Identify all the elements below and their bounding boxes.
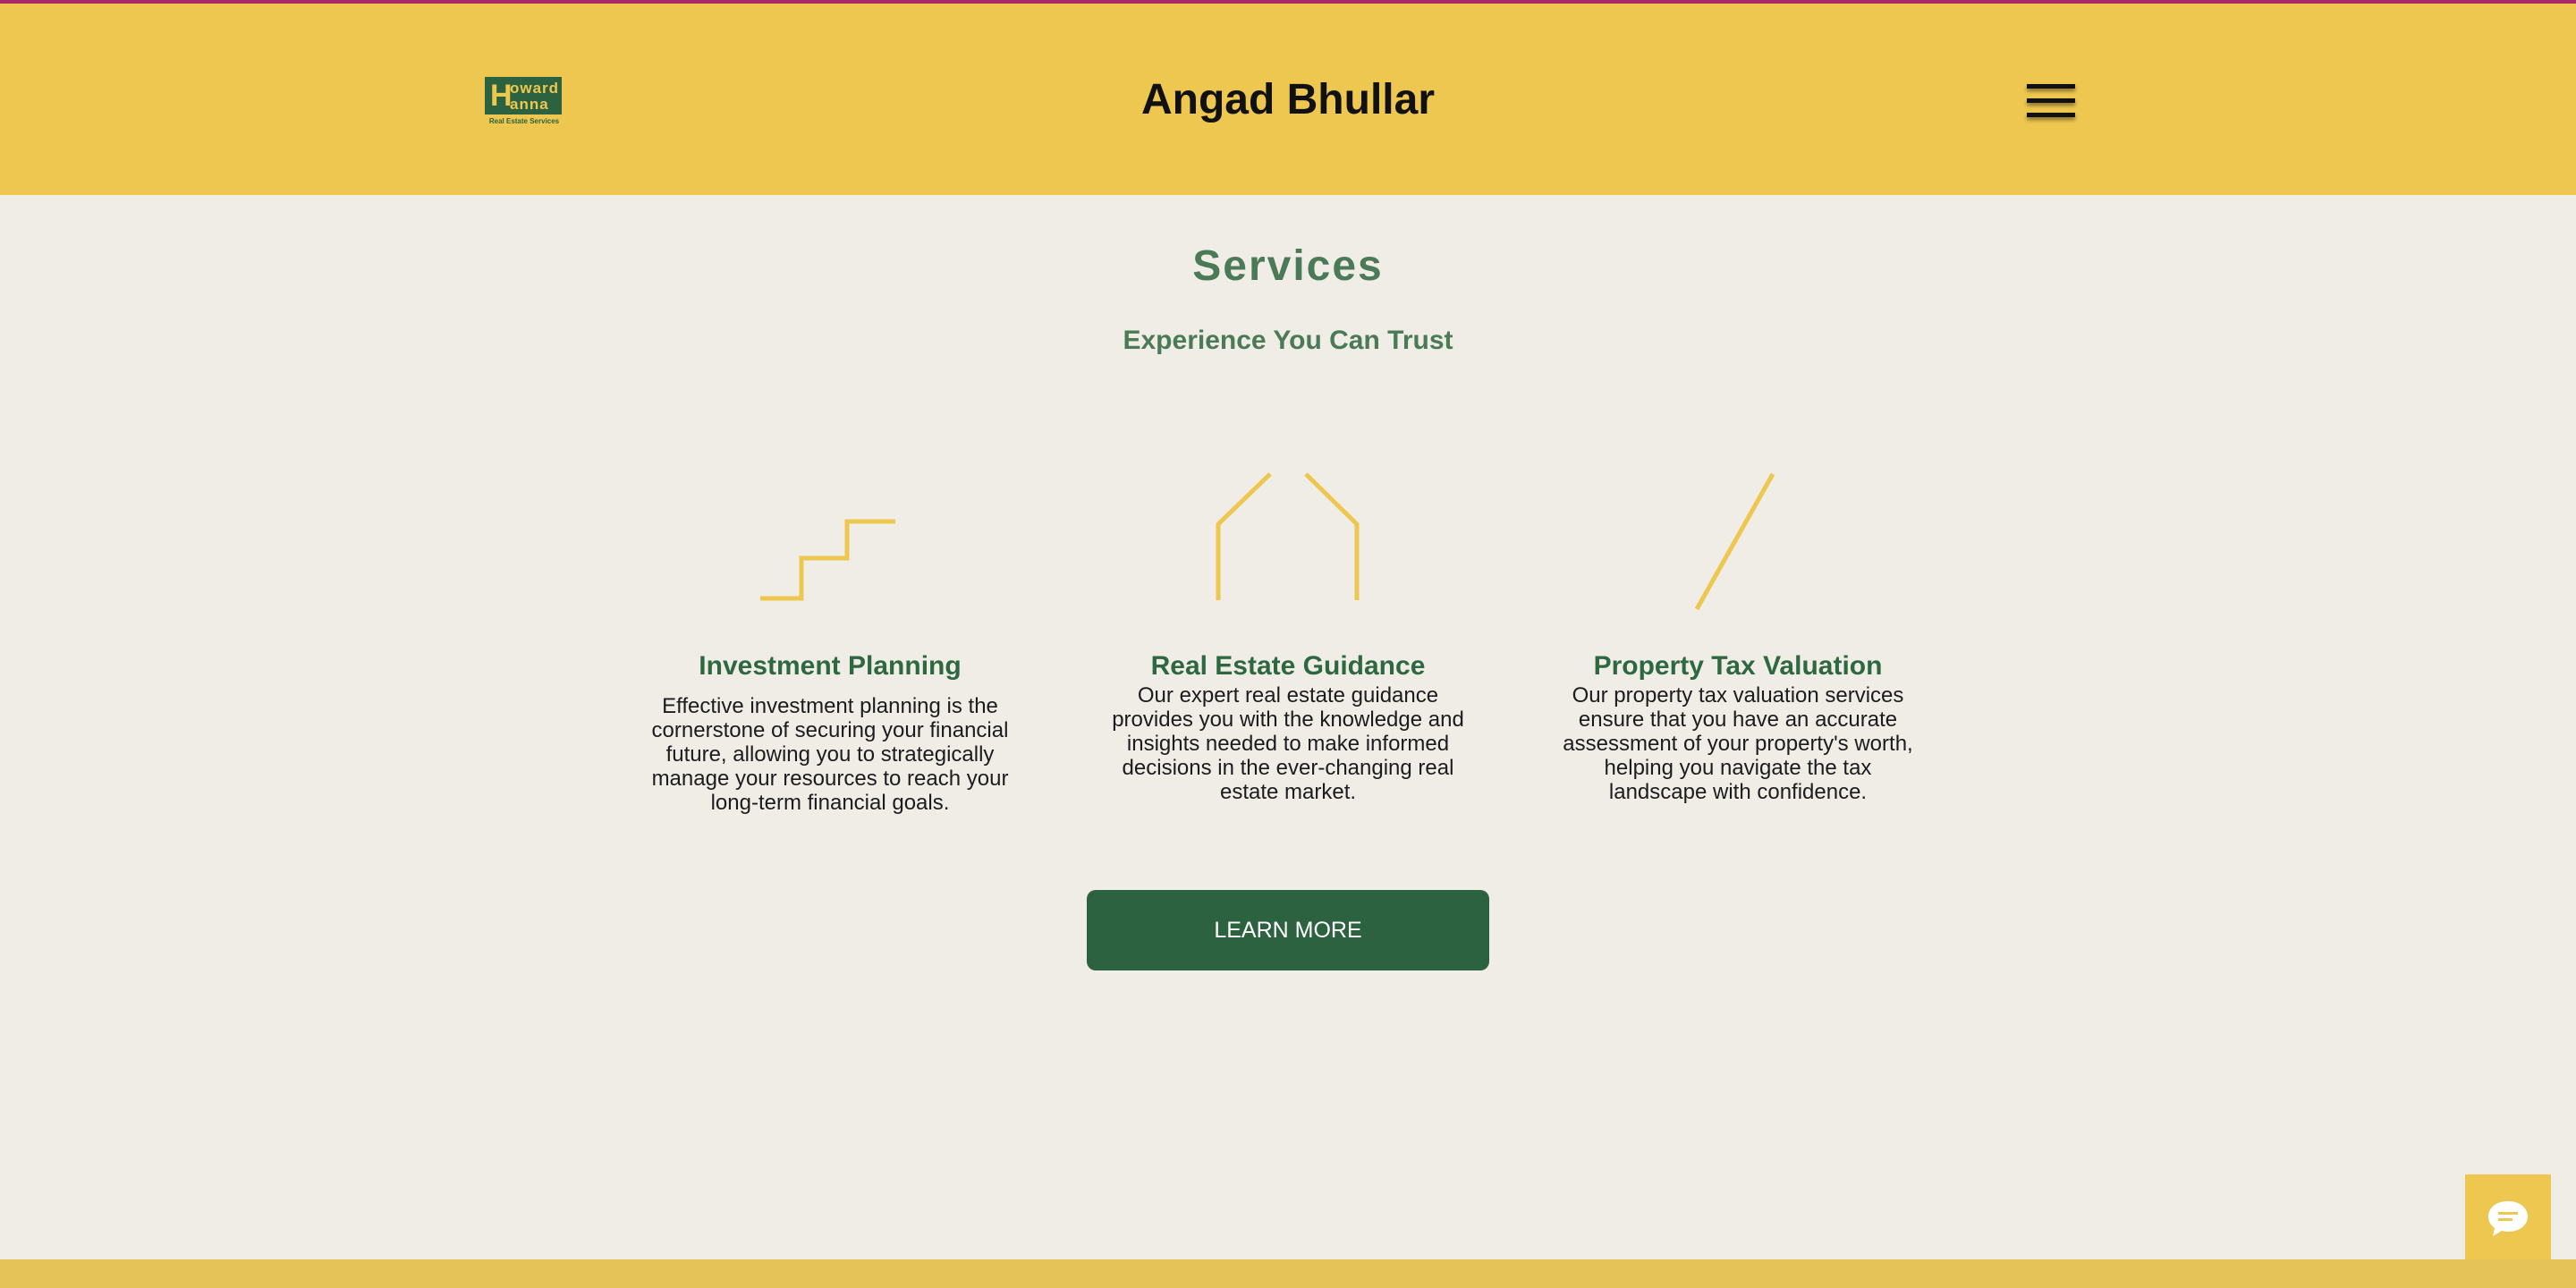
menu-bar — [2027, 113, 2075, 117]
service-description: Our property tax valuation services ensu… — [1563, 683, 1913, 804]
logo-mark: H oward anna — [485, 77, 562, 114]
logo-word-top: oward — [510, 80, 560, 97]
logo-word-bottom: anna — [510, 96, 549, 113]
service-title: Investment Planning — [699, 651, 962, 681]
chat-bubble-icon — [2488, 1201, 2528, 1236]
hamburger-menu-icon[interactable] — [2023, 80, 2079, 123]
site-header: H oward anna Real Estate Services Angad … — [0, 4, 2576, 195]
service-title: Property Tax Valuation — [1593, 651, 1883, 681]
service-description: Our expert real estate guidance provides… — [1112, 683, 1464, 804]
services-subheading: Experience You Can Trust — [1123, 326, 1453, 355]
logo-letter: H — [490, 79, 513, 113]
service-description: Effective investment planning is the cor… — [651, 694, 1009, 815]
services-heading: Services — [1192, 242, 1384, 290]
learn-more-button[interactable]: LEARN MORE — [1087, 890, 1489, 970]
slash-line-icon — [1694, 472, 1775, 611]
house-outline-icon — [1216, 472, 1360, 600]
stairs-icon — [760, 519, 895, 601]
chat-button[interactable] — [2465, 1174, 2551, 1260]
site-title[interactable]: Angad Bhullar — [1020, 75, 1556, 124]
footer-strip — [0, 1259, 2576, 1288]
howard-hanna-logo[interactable]: H oward anna Real Estate Services — [483, 73, 565, 129]
menu-bar — [2027, 84, 2075, 89]
logo-subtext: Real Estate Services — [488, 117, 560, 125]
service-title: Real Estate Guidance — [1150, 651, 1426, 681]
menu-bar — [2027, 98, 2075, 103]
